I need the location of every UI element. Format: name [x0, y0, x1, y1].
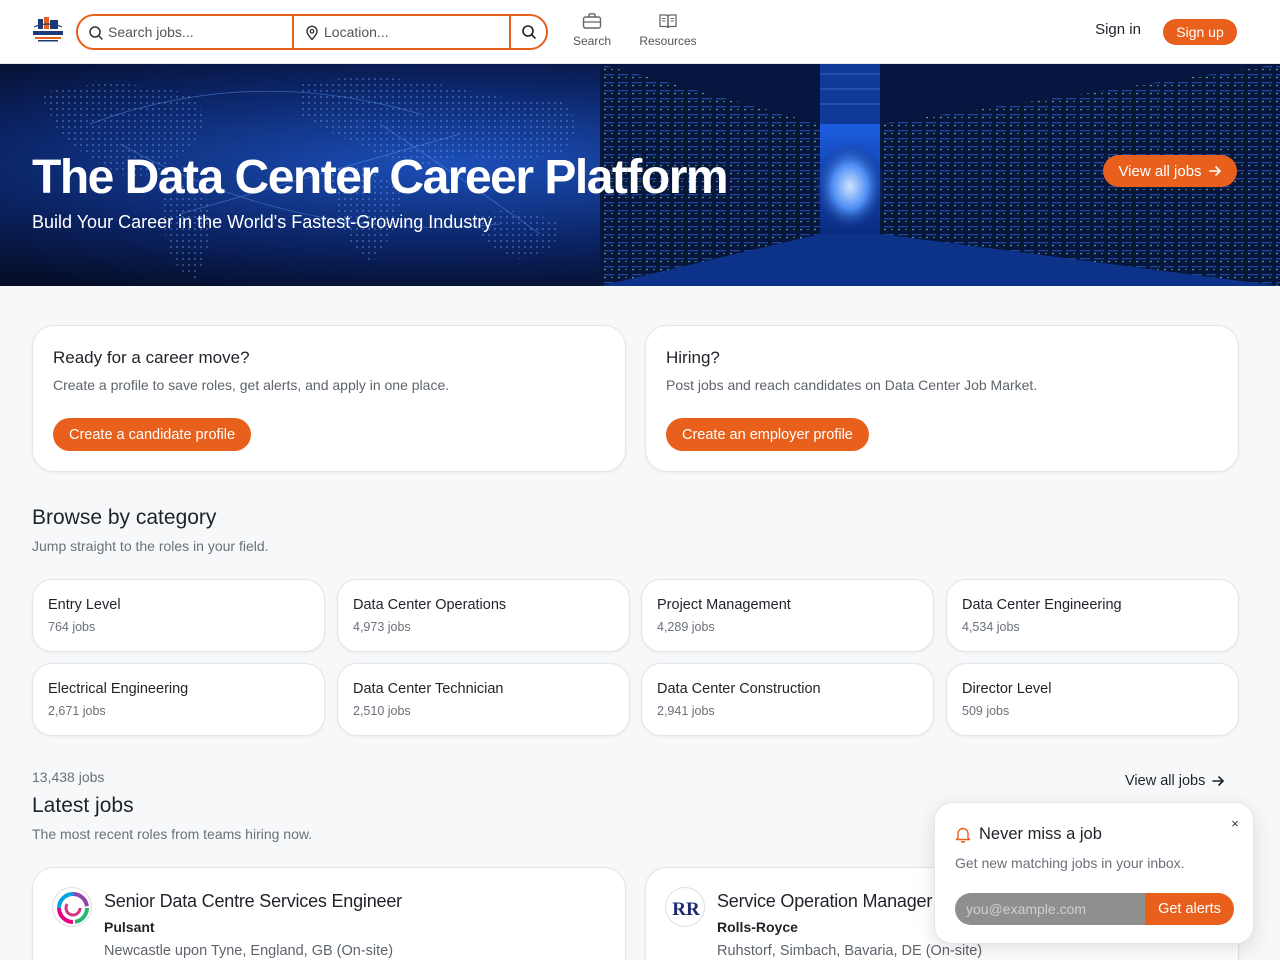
job-title: Service Operation Manager — [717, 891, 933, 911]
alert-email-input[interactable] — [955, 893, 1145, 925]
nav-search[interactable]: Search — [562, 12, 622, 48]
search-submit-button[interactable] — [511, 16, 546, 48]
candidate-cta-text: Create a profile to save roles, get aler… — [53, 377, 450, 393]
total-jobs-count: 13,438 jobs — [32, 769, 105, 785]
candidate-cta-card: Ready for a career move? Create a profil… — [32, 325, 626, 472]
create-employer-profile-button[interactable]: Create an employer profile — [666, 418, 869, 451]
category-tile[interactable]: Project Management 4,289 jobs — [641, 579, 934, 652]
popup-title: Never miss a job — [979, 825, 1102, 843]
category-count: 764 jobs — [48, 620, 96, 634]
job-company: Rolls-Royce — [717, 919, 798, 935]
keyword-search-input[interactable] — [78, 16, 292, 48]
category-count: 4,973 jobs — [353, 620, 411, 634]
category-count: 4,534 jobs — [962, 620, 1020, 634]
latest-jobs-title: Latest jobs — [32, 794, 134, 817]
category-tile[interactable]: Data Center Operations 4,973 jobs — [337, 579, 630, 652]
job-card[interactable]: Senior Data Centre Services Engineer Pul… — [32, 867, 626, 960]
category-name: Data Center Technician — [353, 681, 504, 697]
latest-view-all-label: View all jobs — [1125, 773, 1206, 789]
category-name: Director Level — [962, 681, 1052, 697]
category-tile[interactable]: Data Center Technician 2,510 jobs — [337, 663, 630, 736]
latest-view-all-jobs-link[interactable]: View all jobs — [1125, 773, 1225, 789]
category-name: Data Center Engineering — [962, 597, 1122, 613]
category-count: 4,289 jobs — [657, 620, 715, 634]
sign-in-link[interactable]: Sign in — [1085, 21, 1151, 38]
top-navbar: Search Resources Sign in Sign up — [0, 0, 1280, 64]
arrow-right-icon — [1212, 776, 1225, 786]
category-tile[interactable]: Data Center Construction 2,941 jobs — [641, 663, 934, 736]
employer-cta-text: Post jobs and reach candidates on Data C… — [666, 377, 1038, 393]
employer-cta-card: Hiring? Post jobs and reach candidates o… — [645, 325, 1239, 472]
category-tile[interactable]: Data Center Engineering 4,534 jobs — [946, 579, 1239, 652]
svg-text:RR: RR — [672, 899, 700, 920]
category-count: 2,941 jobs — [657, 704, 715, 718]
rolls-royce-logo-icon: RR — [672, 899, 700, 920]
bell-icon — [955, 827, 971, 843]
popup-subtitle: Get new matching jobs in your inbox. — [955, 855, 1185, 871]
employer-cta-title: Hiring? — [666, 348, 720, 367]
category-name: Data Center Operations — [353, 597, 507, 613]
category-count: 2,671 jobs — [48, 704, 106, 718]
briefcase-icon — [582, 13, 602, 29]
job-company: Pulsant — [104, 919, 155, 935]
arrow-right-icon — [1208, 166, 1221, 176]
nav-resources-label: Resources — [639, 34, 697, 48]
category-tile[interactable]: Director Level 509 jobs — [946, 663, 1239, 736]
create-candidate-profile-button[interactable]: Create a candidate profile — [53, 418, 252, 451]
latest-jobs-subtitle: The most recent roles from teams hiring … — [32, 826, 313, 842]
keyword-field — [78, 16, 294, 48]
company-logo: RR — [665, 887, 705, 927]
category-name: Project Management — [657, 597, 791, 613]
nav-resources[interactable]: Resources — [638, 12, 698, 48]
search-icon — [521, 25, 536, 39]
category-name: Electrical Engineering — [48, 681, 189, 697]
categories-subtitle: Jump straight to the roles in your field… — [32, 538, 269, 554]
pulsant-logo-icon — [57, 892, 89, 924]
job-search-bar — [76, 14, 548, 50]
job-location: Ruhstorf, Simbach, Bavaria, DE (On-site) — [717, 943, 983, 959]
job-location: Newcastle upon Tyne, England, GB (On-sit… — [104, 943, 394, 959]
close-popup-button[interactable]: × — [1227, 816, 1243, 832]
location-field — [294, 16, 511, 48]
category-count: 2,510 jobs — [353, 704, 411, 718]
book-icon — [659, 14, 677, 29]
nav-search-label: Search — [572, 34, 612, 48]
categories-title: Browse by category — [32, 506, 217, 529]
site-logo[interactable] — [32, 17, 64, 43]
hero-subtitle: Build Your Career in the World's Fastest… — [32, 212, 493, 232]
company-logo — [52, 887, 92, 927]
location-search-input[interactable] — [294, 16, 509, 48]
job-title: Senior Data Centre Services Engineer — [104, 891, 402, 911]
get-alerts-button[interactable]: Get alerts — [1145, 893, 1234, 925]
map-pin-icon — [306, 25, 318, 41]
hero-banner: The Data Center Career Platform Build Yo… — [0, 64, 1280, 286]
category-tile[interactable]: Entry Level 764 jobs — [32, 579, 325, 652]
hero-title: The Data Center Career Platform — [32, 151, 729, 204]
hero-view-all-jobs-label: View all jobs — [1118, 162, 1202, 180]
category-count: 509 jobs — [962, 704, 1010, 718]
search-icon — [89, 26, 103, 40]
hero-view-all-jobs-button[interactable]: View all jobs — [1103, 155, 1237, 187]
category-name: Entry Level — [48, 597, 121, 613]
sign-up-button[interactable]: Sign up — [1163, 19, 1237, 45]
candidate-cta-title: Ready for a career move? — [53, 348, 250, 367]
category-name: Data Center Construction — [657, 681, 821, 697]
job-alert-popup: × Never miss a job Get new matching jobs… — [934, 802, 1254, 944]
category-tile[interactable]: Electrical Engineering 2,671 jobs — [32, 663, 325, 736]
